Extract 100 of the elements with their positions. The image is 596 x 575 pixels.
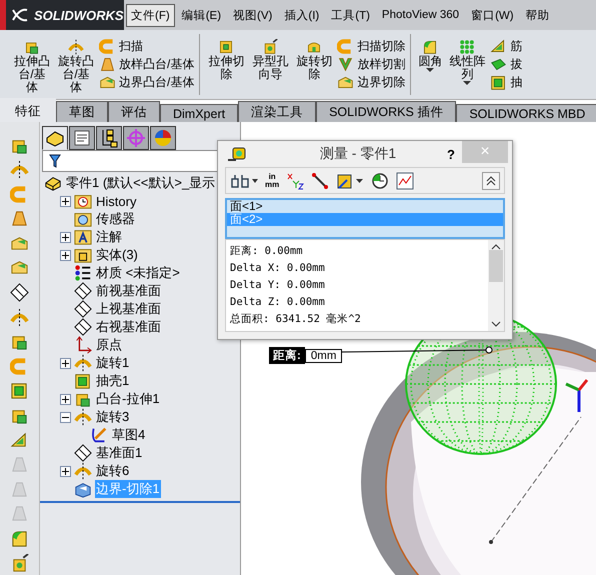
panel-tab[interactable] — [150, 126, 176, 150]
expand-toggle[interactable] — [60, 196, 71, 206]
distance-label: 距离: — [269, 347, 305, 364]
tree-item[interactable]: 前视基准面 — [95, 282, 162, 300]
ribbon-button[interactable]: 扫描 — [98, 37, 196, 56]
selection-item[interactable]: 面<1> — [227, 200, 503, 214]
tree-item[interactable]: 草图4 — [111, 426, 146, 444]
help-button[interactable]: ? — [440, 146, 462, 162]
ribbon-button[interactable]: 筋 — [489, 37, 524, 56]
ribbon-tab[interactable]: 渲染工具 — [238, 101, 316, 122]
ribbon-button[interactable]: 旋转凸台/基体 — [55, 37, 97, 97]
menu-item[interactable]: 插入(I) — [279, 4, 324, 26]
projection-icon[interactable] — [336, 172, 364, 190]
tree-item[interactable]: History — [95, 194, 138, 208]
ribbon-button[interactable]: 异型孔向导 — [249, 37, 292, 97]
menu-item[interactable]: 编辑(E) — [176, 4, 226, 26]
plane-icon — [74, 300, 92, 318]
expand-toggle[interactable] — [60, 394, 71, 404]
list-icon — [74, 264, 92, 282]
cone-icon — [10, 209, 29, 228]
ribbon-button[interactable]: 放样凸台/基体 — [98, 55, 196, 74]
ribbon-button[interactable]: 拉伸凸台/基体 — [11, 37, 53, 97]
ribbon-button[interactable]: 放样切割 — [336, 55, 406, 74]
plane-icon — [74, 318, 92, 336]
menu-item[interactable]: 视图(V) — [228, 4, 278, 26]
ribbon-tab[interactable]: 评估 — [108, 101, 160, 122]
ribbon-button[interactable]: 拔 — [489, 55, 524, 74]
collapse-button[interactable] — [482, 172, 500, 190]
ribbon-tab[interactable]: 特征 — [0, 98, 56, 122]
scrollbar-thumb[interactable] — [489, 250, 503, 282]
tree-item[interactable]: 旋转1 — [95, 354, 130, 372]
ribbon-button[interactable]: 边界凸台/基体 — [98, 74, 196, 92]
panel-tab[interactable] — [42, 126, 68, 150]
toolbar-button[interactable] — [8, 282, 32, 304]
tree-item[interactable]: 右视基准面 — [95, 318, 162, 336]
menu-item[interactable]: PhotoView 360 — [376, 5, 464, 25]
ribbon-tab[interactable]: SOLIDWORKS 插件 — [316, 101, 456, 122]
ribbon-button[interactable]: 拉伸切除 — [205, 37, 248, 97]
ribbon-button[interactable]: 边界切除 — [336, 74, 406, 92]
menu-item[interactable]: 文件(F) — [126, 4, 175, 26]
history-icon[interactable] — [371, 172, 390, 190]
tree-item[interactable]: 零件1 (默认<<默认>_显示 — [65, 174, 216, 192]
window-title: 测量 - 零件1 — [318, 145, 398, 163]
rounded-block-icon — [10, 529, 29, 548]
arch-icon — [68, 39, 84, 55]
sensor-graph-icon[interactable] — [396, 172, 414, 190]
panel-tab[interactable] — [96, 126, 122, 150]
ribbon-tab[interactable]: SOLIDWORKS MBD — [456, 104, 596, 122]
selection-list[interactable]: 面<1> 面<2> — [225, 198, 505, 239]
scroll-down-icon[interactable] — [491, 321, 501, 327]
ribbon-button[interactable]: 扫描切除 — [336, 37, 406, 56]
arch-icon — [74, 408, 92, 426]
ribbon-tab[interactable]: 草图 — [56, 101, 108, 122]
scroll-up-icon[interactable] — [491, 244, 501, 250]
app-logo: SOLIDWORKS — [0, 0, 124, 30]
tree-item[interactable]: 注解 — [95, 228, 123, 246]
tree-item[interactable]: 抽壳1 — [95, 372, 130, 390]
tree-item[interactable]: 实体(3) — [95, 246, 139, 264]
panel-tab[interactable] — [69, 126, 95, 150]
arch-icon — [10, 308, 29, 327]
xyz-icon[interactable] — [286, 172, 304, 190]
tree-item[interactable]: 基准面1 — [95, 444, 144, 462]
menu-item[interactable]: 帮助 — [520, 4, 555, 26]
arch-icon — [74, 354, 92, 372]
tree-item[interactable]: 材质 <未指定> — [95, 264, 181, 282]
expand-toggle[interactable] — [60, 358, 71, 368]
ribbon-button[interactable]: 线性阵列 — [446, 37, 488, 97]
plane-icon — [10, 283, 29, 302]
point-to-point-icon[interactable] — [311, 172, 330, 190]
box-icon — [10, 381, 29, 400]
filter-icon — [49, 154, 61, 168]
box-icon — [74, 372, 92, 390]
expand-toggle[interactable] — [60, 232, 71, 242]
tree-item[interactable]: 原点 — [95, 336, 123, 354]
expand-toggle[interactable] — [60, 250, 71, 260]
folder-gauge-icon — [74, 210, 92, 228]
ribbon-button[interactable]: 圆角 — [416, 37, 444, 97]
caret-icon — [463, 81, 472, 85]
target-icon — [126, 128, 146, 148]
block-icon — [74, 480, 92, 498]
tree-item[interactable]: 旋转3 — [95, 408, 130, 426]
folder-cube-icon — [74, 246, 92, 264]
tree-item[interactable]: 上视基准面 — [95, 300, 162, 318]
color-wheel-icon — [153, 128, 173, 148]
tree-item[interactable]: 旋转6 — [95, 462, 130, 480]
drill-icon — [262, 39, 278, 55]
tree-item[interactable]: 传感器 — [95, 210, 136, 228]
menu-item[interactable]: 窗口(W) — [466, 4, 519, 26]
ribbon-button[interactable]: 抽 — [489, 74, 524, 92]
tree-item[interactable]: 凸台-拉伸1 — [95, 390, 161, 408]
arc-options-icon[interactable] — [230, 172, 258, 189]
ribbon-tab[interactable]: DimXpert — [160, 104, 238, 122]
arch-icon — [74, 462, 92, 480]
expand-toggle[interactable] — [60, 466, 71, 476]
expand-toggle[interactable] — [60, 412, 71, 422]
menu-item[interactable]: 工具(T) — [326, 4, 375, 26]
units-button[interactable]: in mm — [265, 172, 280, 189]
result-line: Delta Y: 0.00mm — [230, 278, 326, 293]
part-icon — [44, 174, 62, 192]
ribbon-button[interactable]: 旋转切除 — [293, 37, 336, 97]
